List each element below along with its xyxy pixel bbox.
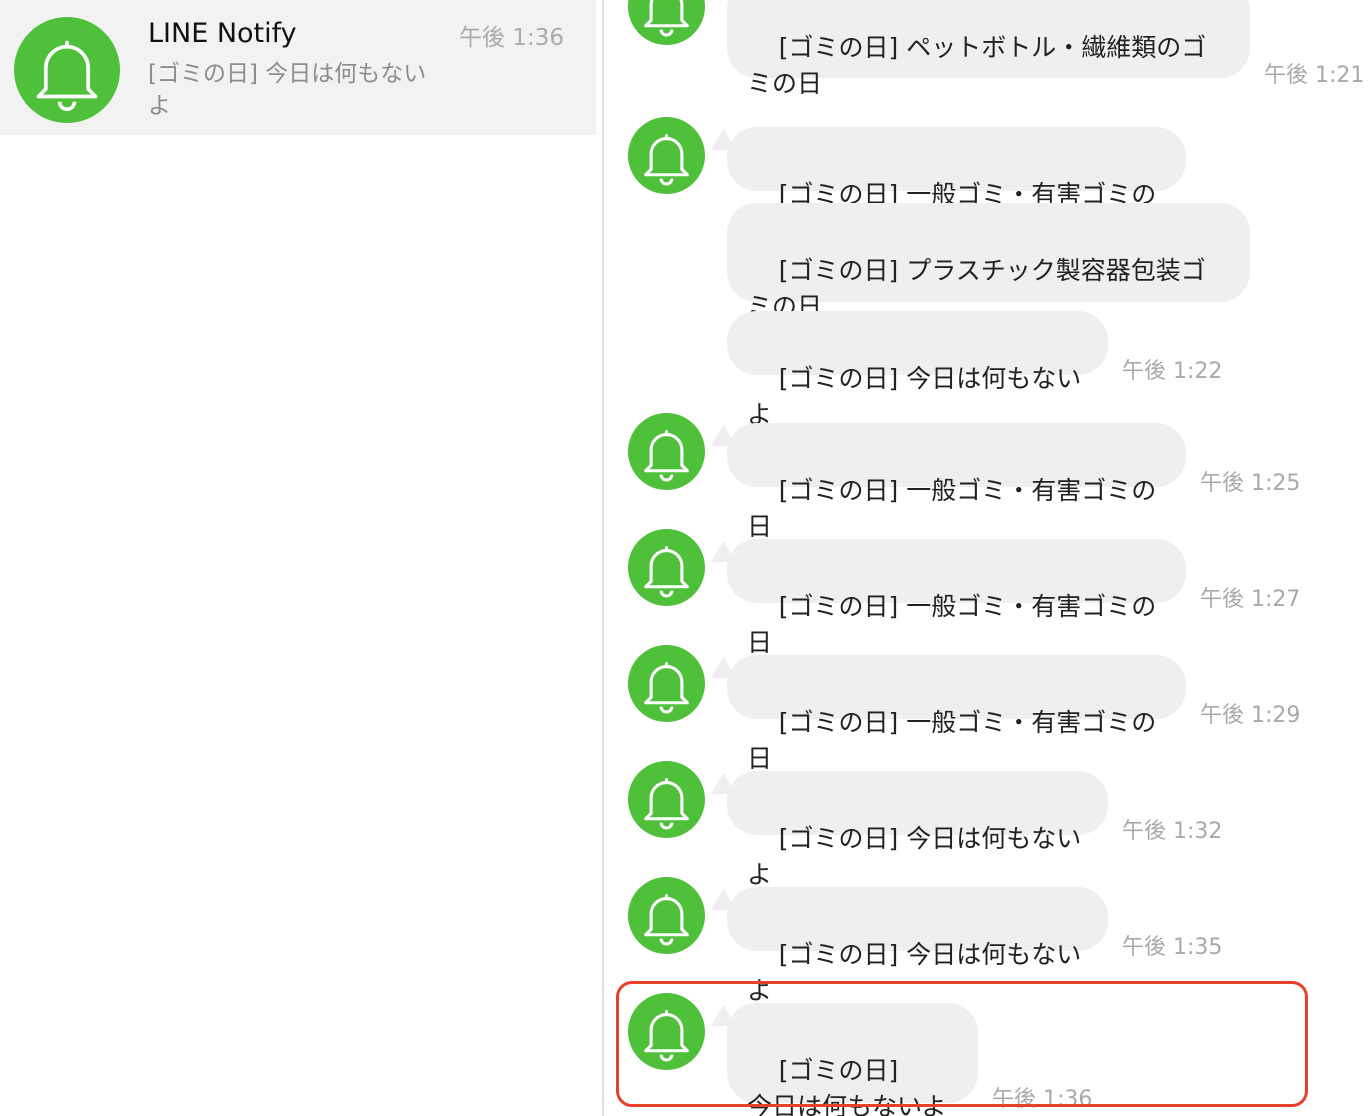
message-text: [ゴミの日] 今日は何もないよ (747, 824, 1082, 889)
message-bubble[interactable]: [ゴミの日] 一般ゴミ・有害ゴミの日 (727, 539, 1186, 657)
avatar (628, 413, 705, 490)
chat-list-pane: LINE Notify 午後 1:36 [ゴミの日] 今日は何もないよ (0, 0, 602, 1116)
message-bubble[interactable]: [ゴミの日] 今日は何もないよ (727, 887, 1108, 1005)
bell-icon (644, 133, 689, 186)
message-text: [ゴミの日] 一般ゴミ・有害ゴミの日 (747, 592, 1157, 657)
message-bubble[interactable]: [ゴミの日] 一般ゴミ・有害ゴミの日 (727, 127, 1186, 245)
message-time: 午後 1:29 (1200, 703, 1301, 728)
avatar (628, 877, 705, 954)
avatar (628, 761, 705, 838)
message-bubble[interactable]: [ゴミの日] 一般ゴミ・有害ゴミの日 (727, 655, 1186, 773)
message-time: 午後 1:27 (1200, 587, 1301, 612)
bell-icon (644, 661, 689, 714)
message-time: 午後 1:22 (1122, 359, 1223, 384)
bell-icon (36, 40, 98, 111)
bell-icon (644, 545, 689, 598)
bell-icon (644, 777, 689, 830)
avatar (628, 529, 705, 606)
message-bubble[interactable]: [ゴミの日] 一般ゴミ・有害ゴミの日 (727, 423, 1186, 541)
message-bubble[interactable]: [ゴミの日] プラスチック製容器包装ゴミの日 (727, 203, 1250, 321)
message-bubble[interactable]: [ゴミの日] 今日は何もないよ (727, 311, 1108, 429)
message-time: 午後 1:32 (1122, 819, 1223, 844)
bell-icon (644, 429, 689, 482)
avatar (628, 117, 705, 194)
chat-list-item-line-notify[interactable]: LINE Notify 午後 1:36 [ゴミの日] 今日は何もないよ (0, 0, 596, 135)
message-bubble[interactable]: [ゴミの日] ペットボトル・繊維類のゴミの日 (727, 0, 1250, 98)
conversation-pane: [ゴミの日] ペットボトル・繊維類のゴミの日 午後 1:21 [ゴミの日] 一般… (604, 0, 1368, 1116)
chat-time: 午後 1:36 (459, 25, 564, 51)
avatar (628, 0, 705, 45)
message-text: [ゴミの日] 一般ゴミ・有害ゴミの日 (747, 708, 1157, 773)
message-text: [ゴミの日] 一般ゴミ・有害ゴミの日 (747, 476, 1157, 541)
message-time: 午後 1:21 (1264, 63, 1365, 88)
bell-icon (644, 0, 689, 37)
message-text: [ゴミの日] 今日は何もないよ (747, 364, 1082, 429)
message-text: [ゴミの日] ペットボトル・繊維類のゴミの日 (747, 33, 1207, 98)
bell-icon (644, 893, 689, 946)
avatar (628, 645, 705, 722)
chat-name: LINE Notify (148, 18, 297, 49)
message-time: 午後 1:35 (1122, 935, 1223, 960)
message-time: 午後 1:25 (1200, 471, 1301, 496)
chat-preview: [ゴミの日] 今日は何もないよ (148, 61, 427, 119)
highlight-annotation (616, 981, 1308, 1107)
avatar (14, 17, 120, 123)
message-bubble[interactable]: [ゴミの日] 今日は何もないよ (727, 771, 1108, 889)
